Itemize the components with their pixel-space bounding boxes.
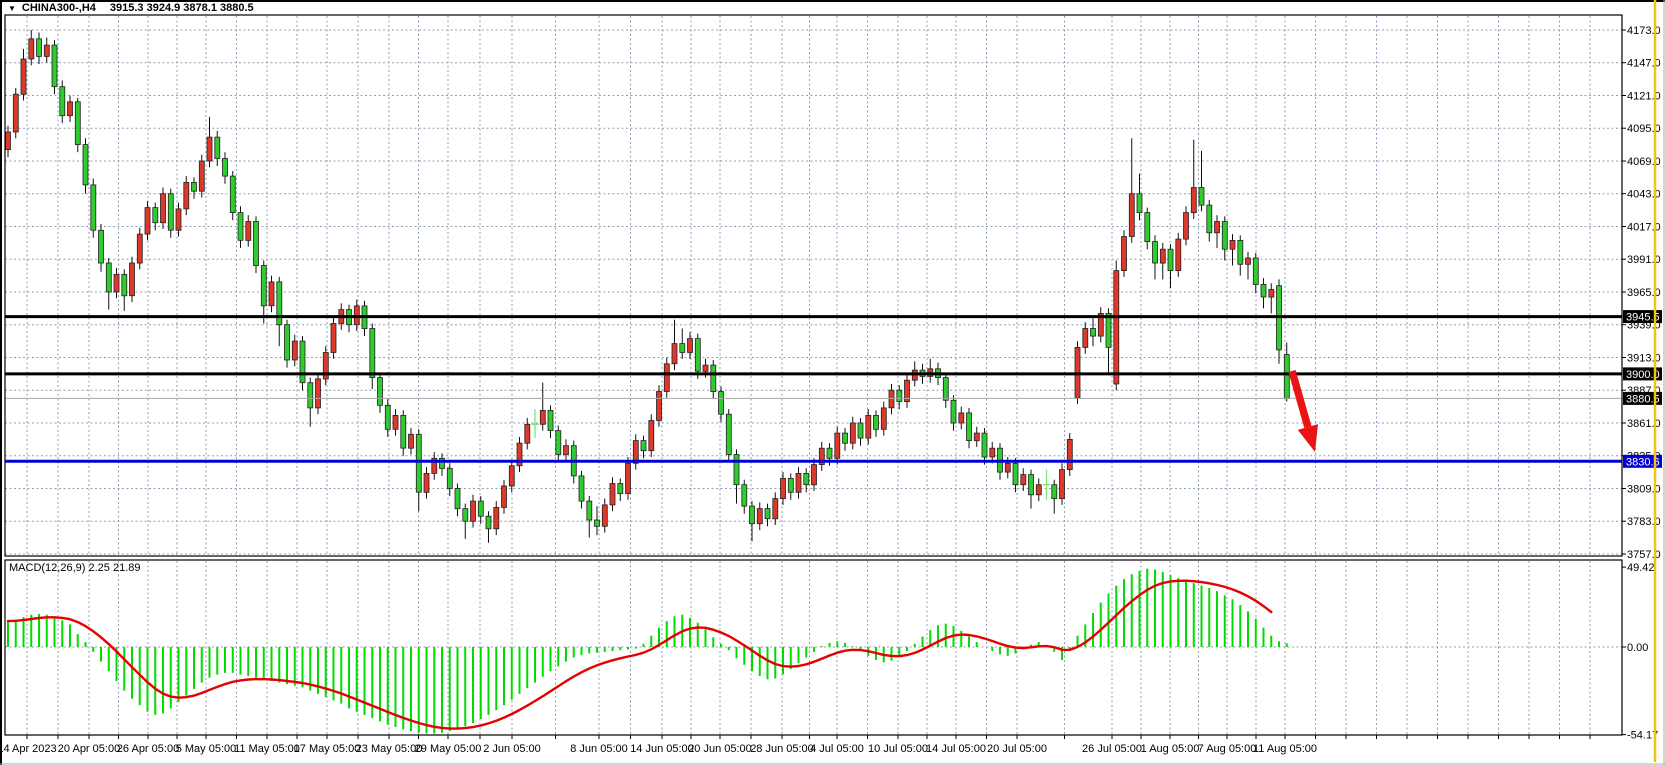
candles-layer (6, 30, 1290, 543)
chart-title-bar: ▼ CHINA300-,H4 3915.3 3924.9 3878.1 3880… (8, 2, 254, 14)
macd-name: MACD(12,26,9) (9, 562, 85, 574)
svg-text:-54.17: -54.17 (1627, 730, 1658, 742)
svg-text:1 Aug 05:00: 1 Aug 05:00 (1141, 743, 1200, 755)
svg-text:14 Apr 2023: 14 Apr 2023 (0, 743, 57, 755)
svg-text:0.00: 0.00 (1627, 642, 1648, 654)
svg-text:4 Jul 05:00: 4 Jul 05:00 (810, 743, 864, 755)
svg-text:14 Jun 05:00: 14 Jun 05:00 (630, 743, 694, 755)
macd-signal-line (8, 581, 1271, 729)
svg-text:49.42: 49.42 (1627, 562, 1655, 574)
svg-text:10 Jul 05:00: 10 Jul 05:00 (868, 743, 928, 755)
svg-text:14 Jul 05:00: 14 Jul 05:00 (926, 743, 986, 755)
svg-text:7 Aug 05:00: 7 Aug 05:00 (1198, 743, 1257, 755)
svg-text:17 May 05:00: 17 May 05:00 (294, 743, 361, 755)
trading-chart-window: 4173.04147.04121.04095.04069.04043.04017… (0, 0, 1665, 765)
pane-borders (0, 0, 1665, 765)
svg-text:29 May 05:00: 29 May 05:00 (415, 743, 482, 755)
svg-text:8 Jun 05:00: 8 Jun 05:00 (570, 743, 628, 755)
svg-text:2 Jun 05:00: 2 Jun 05:00 (483, 743, 541, 755)
svg-text:26 Jul 05:00: 26 Jul 05:00 (1082, 743, 1142, 755)
ohlc-quote-label: 3915.3 3924.9 3878.1 3880.5 (110, 2, 254, 14)
svg-text:28 Jun 05:00: 28 Jun 05:00 (750, 743, 814, 755)
svg-text:20 Apr 05:00: 20 Apr 05:00 (58, 743, 120, 755)
time-axis[interactable]: 14 Apr 202320 Apr 05:0026 Apr 05:005 May… (0, 735, 1590, 755)
svg-text:5 May 05:00: 5 May 05:00 (176, 743, 237, 755)
svg-text:23 May 05:00: 23 May 05:00 (356, 743, 423, 755)
symbol-dropdown-icon[interactable]: ▼ (8, 3, 16, 14)
svg-text:11 Aug 05:00: 11 Aug 05:00 (1253, 743, 1317, 755)
svg-text:20 Jun 05:00: 20 Jun 05:00 (688, 743, 752, 755)
trend-arrow-annotation[interactable] (1292, 371, 1318, 452)
macd-signal-value: 21.89 (113, 562, 141, 574)
svg-text:20 Jul 05:00: 20 Jul 05:00 (987, 743, 1047, 755)
svg-text:26 Apr 05:00: 26 Apr 05:00 (117, 743, 179, 755)
svg-text:11 May 05:00: 11 May 05:00 (234, 743, 300, 755)
macd-indicator-label: MACD(12,26,9) 2.25 21.89 (9, 562, 141, 574)
chart-canvas[interactable]: 4173.04147.04121.04095.04069.04043.04017… (0, 0, 1665, 765)
symbol-period-label: CHINA300-,H4 (22, 2, 96, 14)
macd-main-value: 2.25 (88, 562, 109, 574)
